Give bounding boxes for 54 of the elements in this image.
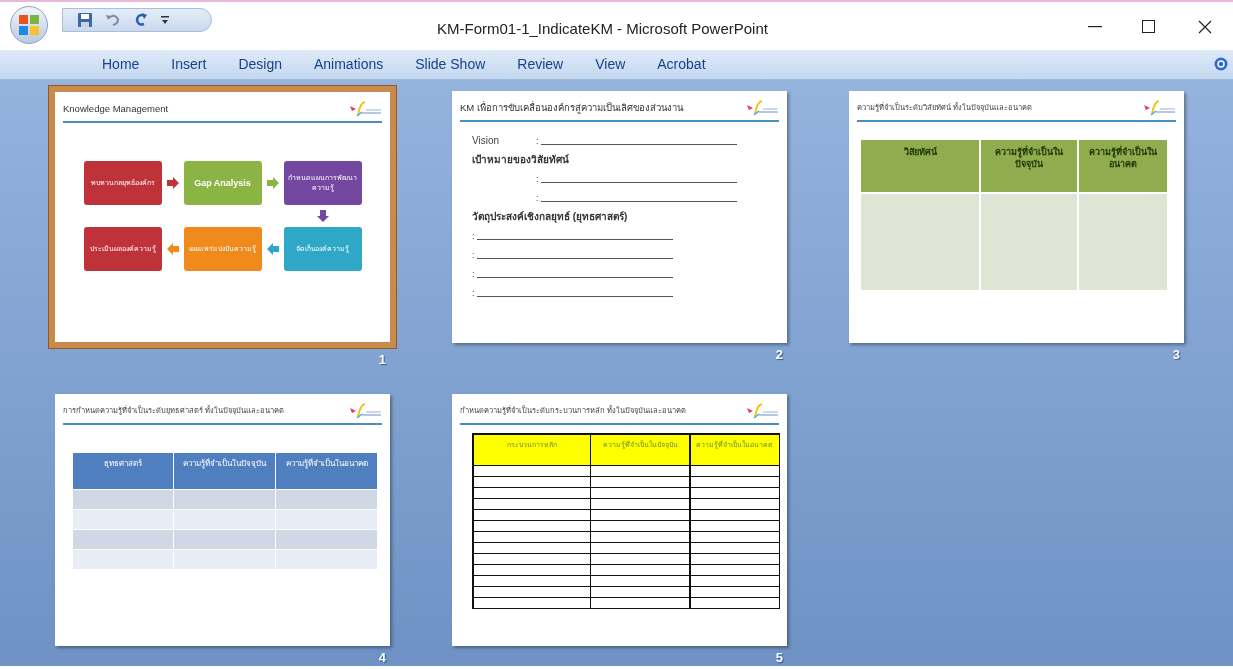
maximize-icon[interactable] xyxy=(1142,20,1155,33)
colon-text: : xyxy=(536,191,539,205)
arrow-icon xyxy=(316,210,329,222)
ribbon-tab[interactable]: Review xyxy=(505,52,576,77)
office-button[interactable] xyxy=(10,6,48,44)
slide-number: 2 xyxy=(774,347,784,363)
slide-title: Knowledge Management xyxy=(63,103,169,115)
minimize-icon[interactable] xyxy=(1088,26,1102,28)
arrow-icon xyxy=(166,243,179,255)
slide-number: 5 xyxy=(774,650,784,666)
column-header: ความรู้ที่จำเป็นในปัจจุบัน xyxy=(981,140,1077,192)
colon-text: : xyxy=(472,248,475,262)
help-icon[interactable] xyxy=(1214,57,1228,71)
ribbon-tab[interactable]: Acrobat xyxy=(645,52,718,77)
dropdown-icon[interactable] xyxy=(161,15,169,25)
column-header: วิสัยทัศน์ xyxy=(861,140,979,192)
save-icon[interactable] xyxy=(77,12,93,28)
ribbon-tab[interactable]: Design xyxy=(226,52,294,77)
logo-icon xyxy=(17,13,41,37)
ribbon-tab[interactable]: Slide Show xyxy=(403,52,498,77)
slide-number: 3 xyxy=(1171,347,1181,363)
slide-number: 4 xyxy=(377,650,387,666)
slide-number: 1 xyxy=(377,352,387,368)
colon-text: : xyxy=(472,229,475,243)
redo-icon[interactable] xyxy=(133,12,149,28)
ribbon-tab[interactable]: Insert xyxy=(159,52,219,77)
ribbon-tab[interactable]: Home xyxy=(90,52,152,77)
column-header: ความรู้ที่จำเป็นในปัจจุบัน xyxy=(174,453,275,489)
logo-icon xyxy=(348,100,382,118)
logo-icon xyxy=(745,402,779,420)
arrow-icon xyxy=(266,177,279,189)
slide-title: KM เพื่อการขับเคลื่อนองค์กรสู่ความเป็นเลิศของส่วนงาน xyxy=(460,102,683,114)
process-step: Gap Analysis xyxy=(183,161,262,205)
ribbon-tab[interactable]: Animations xyxy=(301,52,396,77)
close-icon[interactable] xyxy=(1198,20,1212,34)
arrow-icon xyxy=(266,243,279,255)
colon-text: : xyxy=(536,172,539,186)
window-title: KM-Form01-1_IndicateKM - Microsoft PowerPoint xyxy=(437,19,768,39)
form-heading: เป้าหมายของวิสัยทัศน์ xyxy=(472,153,569,167)
undo-icon[interactable] xyxy=(105,12,121,28)
arrow-icon xyxy=(166,177,179,189)
column-header: ยุทธศาสตร์ xyxy=(73,453,173,489)
slide-thumbnail[interactable]: KM เพื่อการขับเคลื่อนองค์กรสู่ความเป็นเลิศของส่วนงาน Vision : เป้าหมายของวิสัยทัศน์ : : วัตถุประสงค์เชิงกลยุทธ์ (ยุทธศาสตร์) : : : : xyxy=(452,91,787,343)
column-header: ความรู้ที่จำเป็นในอนาคต xyxy=(1079,140,1167,192)
logo-icon xyxy=(348,402,382,420)
logo-icon xyxy=(745,99,779,117)
ribbon-tab[interactable]: View xyxy=(583,52,638,77)
column-header: ความรู้ที่จำเป็นในอนาคต xyxy=(276,453,377,489)
colon-text: : xyxy=(536,134,539,148)
colon-text: : xyxy=(472,286,475,300)
field-label: Vision xyxy=(472,134,501,148)
logo-icon xyxy=(1142,99,1176,117)
colon-text: : xyxy=(472,267,475,281)
form-heading: วัตถุประสงค์เชิงกลยุทธ์ (ยุทธศาสตร์) xyxy=(472,210,628,224)
